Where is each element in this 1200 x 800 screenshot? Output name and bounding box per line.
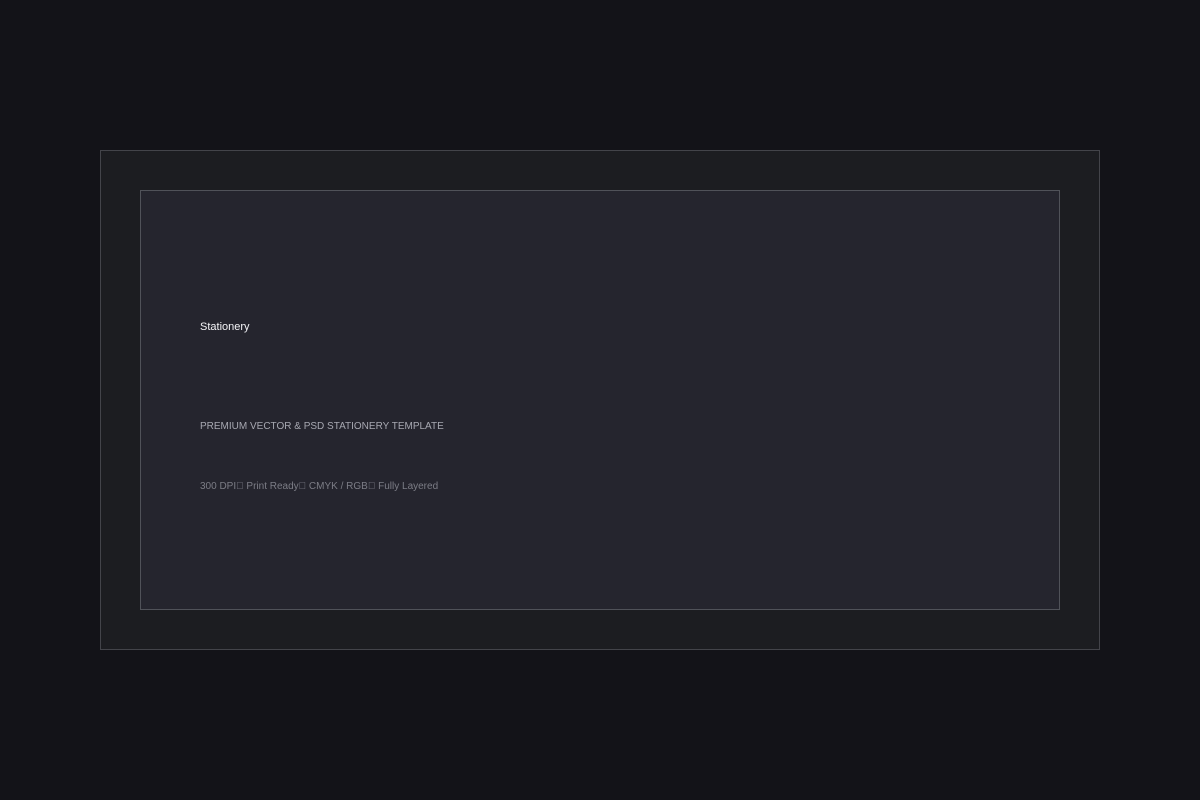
template-specifications: 300 DPI￿ Print Ready￿ CMYK / RGB￿ Fully … bbox=[200, 481, 439, 492]
template-subtitle: PREMIUM VECTOR & PSD STATIONERY TEMPLATE bbox=[200, 421, 444, 432]
page-canvas: Stationery PREMIUM VECTOR & PSD STATIONE… bbox=[0, 0, 1200, 800]
template-inner-panel: Stationery PREMIUM VECTOR & PSD STATIONE… bbox=[140, 190, 1060, 610]
template-title: Stationery bbox=[200, 321, 250, 333]
template-outer-frame: Stationery PREMIUM VECTOR & PSD STATIONE… bbox=[100, 150, 1100, 650]
